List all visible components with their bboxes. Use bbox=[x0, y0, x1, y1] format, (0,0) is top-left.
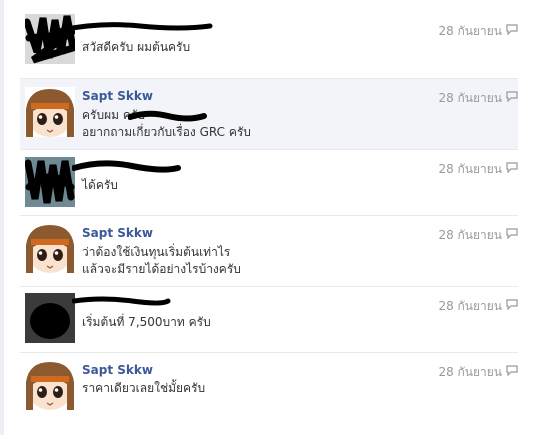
message-item[interactable]: Sapt Skkw ครับผม ครับ อยากถามเกี่ยวกับเร… bbox=[20, 79, 518, 150]
message-text: ได้ครับ bbox=[82, 178, 118, 192]
message-item[interactable]: เริ่มต้นที่ 7,500บาท ครับ 28 กันยายน bbox=[20, 287, 518, 353]
redacted-avatar bbox=[25, 14, 75, 64]
avatar[interactable] bbox=[25, 87, 75, 137]
reply-icon[interactable] bbox=[506, 364, 518, 376]
reply-icon[interactable] bbox=[506, 23, 518, 35]
redaction-scribble bbox=[72, 296, 171, 306]
reply-icon[interactable] bbox=[506, 90, 518, 102]
reply-icon[interactable] bbox=[506, 161, 518, 173]
reply-icon[interactable] bbox=[506, 298, 518, 310]
timestamp: 28 กันยายน bbox=[438, 91, 502, 105]
message-item[interactable]: Sapt Skkw ว่าต้องใช้เงินทุนเริ่มต้นเท่าไ… bbox=[20, 216, 518, 287]
timestamp: 28 กันยายน bbox=[438, 162, 502, 176]
reply-icon[interactable] bbox=[506, 227, 518, 239]
avatar[interactable] bbox=[25, 360, 75, 410]
left-rail bbox=[0, 0, 4, 435]
anime-avatar bbox=[25, 223, 75, 273]
message-text: ครับผม ครับ อยากถามเกี่ยวกับเรื่อง GRC ค… bbox=[82, 108, 251, 139]
avatar[interactable] bbox=[25, 14, 75, 64]
avatar[interactable] bbox=[25, 157, 75, 207]
message-text: ราคาเดียวเลยใช่มั้ยครับ bbox=[82, 381, 206, 395]
timestamp: 28 กันยายน bbox=[438, 299, 502, 313]
avatar[interactable] bbox=[25, 293, 75, 343]
sender-name[interactable]: Sapt Skkw bbox=[82, 89, 153, 103]
timestamp: 28 กันยายน bbox=[438, 228, 502, 242]
redacted-avatar bbox=[25, 157, 75, 207]
anime-avatar bbox=[25, 360, 75, 410]
avatar[interactable] bbox=[25, 223, 75, 273]
message-item[interactable]: ได้ครับ 28 กันยายน bbox=[20, 150, 518, 216]
sender-name[interactable]: Sapt Skkw bbox=[82, 226, 153, 240]
anime-avatar bbox=[25, 87, 75, 137]
timestamp: 28 กันยายน bbox=[438, 24, 502, 38]
message-item[interactable]: สวัสดีครับ ผมต้นครับ 28 กันยายน bbox=[20, 12, 518, 79]
message-text: เริ่มต้นที่ 7,500บาท ครับ bbox=[82, 315, 211, 329]
message-item[interactable]: Sapt Skkw ราคาเดียวเลยใช่มั้ยครับ 28 กัน… bbox=[20, 353, 518, 419]
timestamp: 28 กันยายน bbox=[438, 365, 502, 379]
redacted-avatar bbox=[25, 293, 75, 343]
message-text: ว่าต้องใช้เงินทุนเริ่มต้นเท่าไร แล้วจะมี… bbox=[82, 245, 241, 276]
sender-name[interactable]: Sapt Skkw bbox=[82, 363, 153, 377]
message-text: สวัสดีครับ ผมต้นครับ bbox=[82, 40, 191, 54]
